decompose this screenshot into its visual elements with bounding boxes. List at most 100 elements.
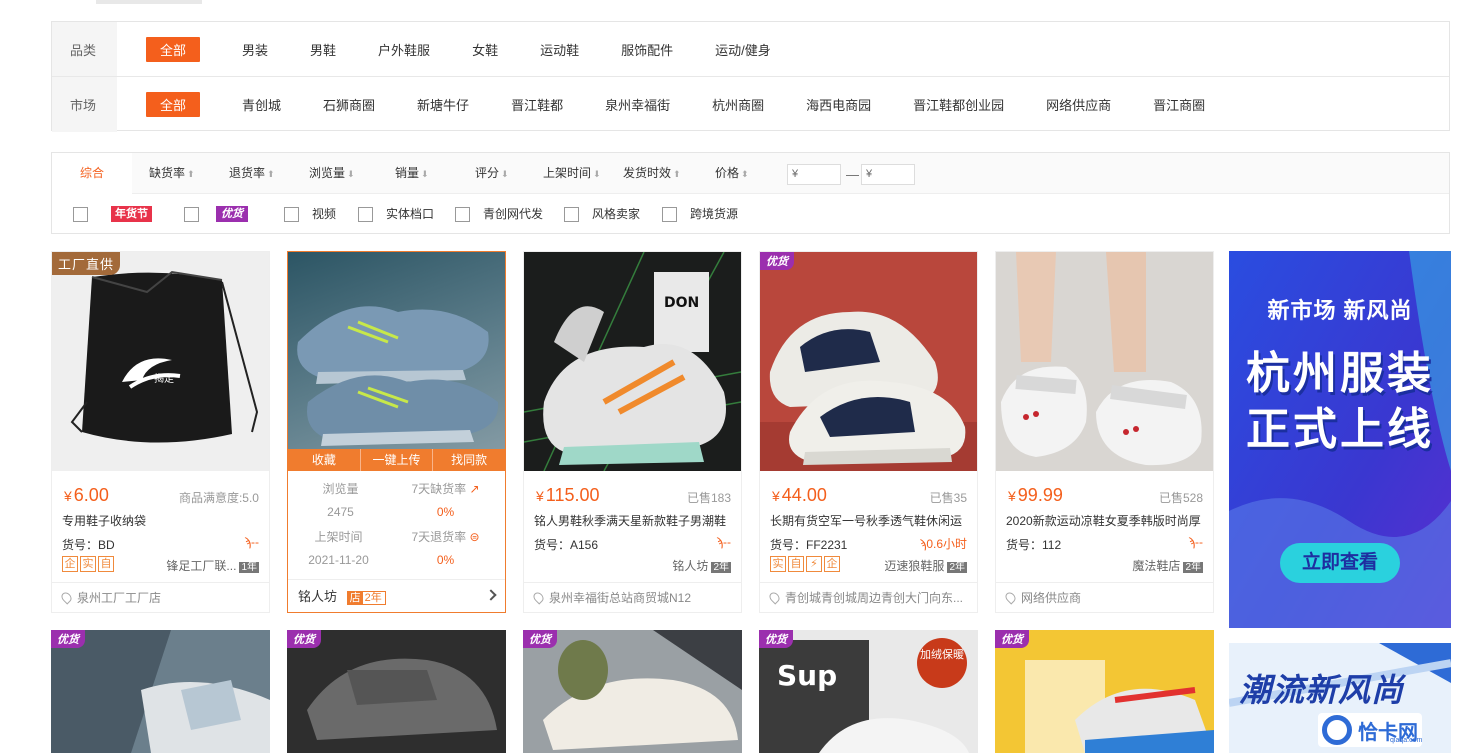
location-text: 泉州幸福街总站商贸城N12: [549, 591, 692, 605]
product-image[interactable]: 优货: [760, 252, 977, 471]
one-click-upload-button[interactable]: 一键上传: [361, 449, 434, 471]
ship-speed-icon: ϡ: [244, 535, 251, 549]
product-card[interactable]: 优货: [995, 630, 1214, 753]
market-item[interactable]: 晋江鞋都创业园: [913, 95, 1004, 114]
arrow-up-icon: ⬆: [673, 169, 681, 179]
ad-headline-1: 杭州服装: [1246, 349, 1434, 398]
ship-speed-icon: ϡ: [1188, 535, 1195, 549]
checkbox-nianhuojie[interactable]: [73, 207, 88, 222]
sort-views[interactable]: 浏览量 ⬇: [309, 153, 355, 194]
market-label: 市场: [52, 77, 117, 132]
product-card-hover[interactable]: 收藏 一键上传 找同款 浏览量 2475 7天缺货率 ↗ 0% 上架时间 202…: [287, 251, 506, 613]
product-image[interactable]: 揭足 工厂直供: [52, 252, 269, 471]
favorite-button[interactable]: 收藏: [288, 449, 361, 471]
sort-shipping[interactable]: 发货时效 ⬆: [623, 153, 681, 194]
product-card[interactable]: 优货: [523, 630, 742, 753]
stat-label: 7天退货率: [411, 530, 467, 544]
sort-out-of-stock[interactable]: 缺货率 ⬆: [149, 153, 195, 194]
category-outdoor[interactable]: 户外鞋服: [378, 40, 430, 59]
category-sports-shoes[interactable]: 运动鞋: [540, 40, 579, 59]
product-card[interactable]: 优货: [287, 630, 506, 753]
market-item[interactable]: 海西电商园: [806, 95, 871, 114]
sort-rating[interactable]: 评分 ⬇: [475, 153, 509, 194]
sort-price[interactable]: 价格 ⬍: [715, 153, 749, 194]
shop-name[interactable]: 魔法鞋店 2年: [1132, 557, 1203, 574]
yen-symbol: ¥: [536, 488, 544, 504]
market-item[interactable]: 杭州商圈: [712, 95, 764, 114]
self-icon: 自: [98, 556, 114, 572]
checkbox-style-seller[interactable]: [564, 207, 579, 222]
checkbox-youhuo[interactable]: [184, 207, 199, 222]
checkbox-label: 风格卖家: [592, 207, 641, 221]
price: ¥115.00: [536, 485, 600, 506]
youhuo-badge: 优货: [51, 630, 85, 648]
stat-views: 浏览量 2475: [298, 480, 383, 519]
location-pin-icon: [767, 590, 782, 605]
product-card[interactable]: 揭足 工厂直供 ¥6.00 商品满意度:5.0 专用鞋子收纳袋 货号：BD ϡ-…: [51, 251, 270, 613]
location: 网络供应商: [996, 582, 1213, 613]
product-card[interactable]: Sup 优货 加绒保暖: [759, 630, 978, 753]
category-womens-shoes[interactable]: 女鞋: [472, 40, 498, 59]
product-card[interactable]: 优货: [51, 630, 270, 753]
category-mens-shoes[interactable]: 男鞋: [310, 40, 336, 59]
youhuo-tag: 优货: [216, 206, 248, 222]
price-max-input[interactable]: ¥: [861, 164, 915, 185]
category-menswear[interactable]: 男装: [242, 40, 268, 59]
market-item[interactable]: 青创城: [242, 95, 281, 114]
location-pin-icon: [59, 590, 74, 605]
sort-sales[interactable]: 销量 ⬇: [395, 153, 429, 194]
checkbox-store[interactable]: [358, 207, 373, 222]
sort-default[interactable]: 综合: [52, 153, 132, 194]
product-image: [51, 630, 270, 753]
product-card[interactable]: ¥99.99 已售528 2020新款运动凉鞋女夏季韩版时尚厚 货号：112 ϡ…: [995, 251, 1214, 613]
ship-speed-value: --: [1195, 535, 1203, 549]
checkbox-dropship[interactable]: [455, 207, 470, 222]
category-all[interactable]: 全部: [146, 36, 201, 62]
market-all[interactable]: 全部: [146, 92, 201, 117]
product-image[interactable]: DON: [524, 252, 741, 471]
watermark-sub: qiaqa.com: [1390, 737, 1423, 744]
checkbox-label: 青创网代发: [483, 207, 544, 221]
product-image[interactable]: 收藏 一键上传 找同款: [288, 252, 505, 471]
price-min-input[interactable]: ¥: [787, 164, 841, 185]
hover-action-bar: 收藏 一键上传 找同款: [288, 449, 505, 471]
shop-name[interactable]: 锋足工厂联... 1年: [166, 557, 259, 574]
svg-text:揭足: 揭足: [154, 372, 174, 385]
ad-view-button[interactable]: 立即查看: [1280, 543, 1400, 583]
enterprise-icon: 企: [824, 556, 840, 572]
checkbox-cross-border[interactable]: [662, 207, 677, 222]
stat-label: 浏览量: [322, 482, 359, 496]
checkbox-label: 视频: [312, 207, 337, 221]
sort-listing-time[interactable]: 上架时间 ⬇: [543, 153, 601, 194]
shop-link[interactable]: 铭人坊 店 2年: [288, 579, 505, 613]
product-image: [307, 658, 497, 740]
market-item[interactable]: 晋江商圈: [1153, 95, 1205, 114]
service-icons: 企 实 自: [62, 556, 114, 572]
market-item[interactable]: 石狮商圈: [323, 95, 375, 114]
market-item[interactable]: 新塘牛仔: [417, 95, 469, 114]
product-image[interactable]: [996, 252, 1213, 471]
product-card[interactable]: 优货 ¥44.00 已售35 长期有货空军一号秋季透气鞋休闲运 货号：FF223…: [759, 251, 978, 613]
stat-return: 7天退货率 ⊜ 0%: [398, 528, 493, 567]
market-item[interactable]: 泉州幸福街: [605, 95, 670, 114]
market-item[interactable]: 网络供应商: [1046, 95, 1111, 114]
product-title[interactable]: 长期有货空军一号秋季透气鞋休闲运: [770, 512, 970, 529]
arrow-down-icon: ⬇: [501, 169, 509, 179]
market-item[interactable]: 晋江鞋都: [511, 95, 563, 114]
ship-speed: ϡ--: [1188, 535, 1203, 549]
product-title[interactable]: 2020新款运动凉鞋女夏季韩版时尚厚: [1006, 512, 1206, 529]
checkbox-video[interactable]: [284, 207, 299, 222]
category-accessories[interactable]: 服饰配件: [621, 40, 673, 59]
find-similar-button[interactable]: 找同款: [433, 449, 505, 471]
sort-return-rate[interactable]: 退货率 ⬆: [229, 153, 275, 194]
product-title[interactable]: 铭人男鞋秋季满天星新款鞋子男潮鞋: [534, 512, 734, 529]
store-icon: 实: [80, 556, 96, 572]
shop-name[interactable]: 迈速狼鞋服 2年: [884, 557, 967, 574]
sort-label: 浏览量: [309, 166, 346, 180]
ad-banner-hangzhou[interactable]: 新市场 新风尚 杭州服装 正式上线 立即查看: [1229, 251, 1451, 628]
category-fitness[interactable]: 运动/健身: [715, 40, 771, 59]
product-card[interactable]: DON ¥115.00 已售183 铭人男鞋秋季满天星新款鞋子男潮鞋 货号：A1…: [523, 251, 742, 613]
product-title[interactable]: 专用鞋子收纳袋: [62, 512, 262, 529]
shop-name[interactable]: 铭人坊 2年: [672, 557, 731, 574]
chevron-right-icon: [485, 589, 497, 601]
